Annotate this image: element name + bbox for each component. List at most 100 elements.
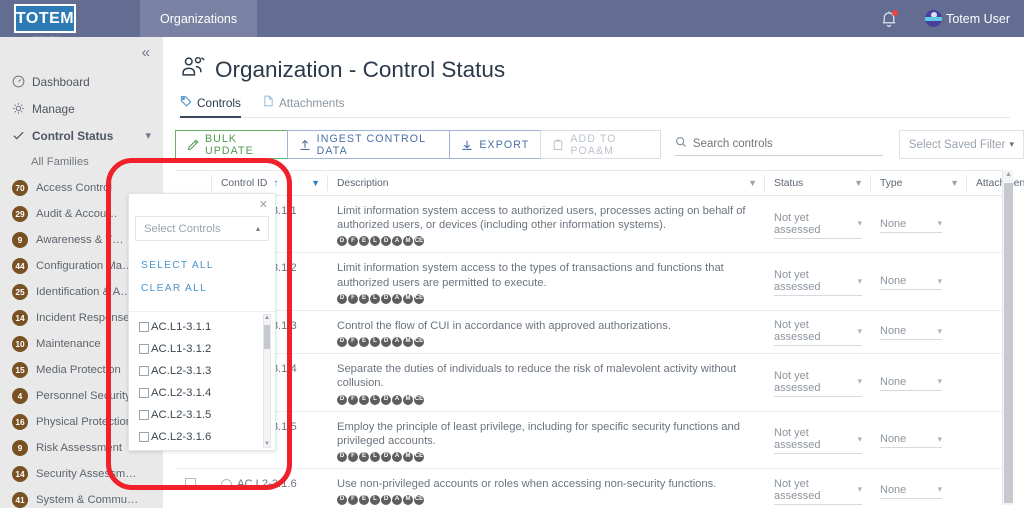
scroll-up-icon[interactable]: ▲ <box>264 315 270 321</box>
sidebar-family-item[interactable]: 41 System & Commu… <box>0 487 163 508</box>
control-tag: M <box>403 236 413 247</box>
ingest-control-data-button[interactable]: INGEST CONTROL DATA <box>286 130 451 159</box>
select-controls-popover: ✕ Select Controls ▴ SELECT ALL CLEAR ALL… <box>128 193 276 451</box>
sort-asc-icon[interactable]: ↑ <box>273 178 278 189</box>
scrollbar-thumb[interactable] <box>264 325 270 349</box>
bell-icon[interactable] <box>881 9 899 28</box>
control-radio[interactable] <box>221 478 232 490</box>
status-cell[interactable]: Not yet assessed ▾ <box>765 196 871 252</box>
type-select[interactable]: None ▾ <box>880 484 942 499</box>
sidebar-item-control-status[interactable]: Control Status ▾ <box>0 122 163 149</box>
control-id-text: AC.L2-3.1.6 <box>237 477 297 490</box>
popover-option[interactable]: AC.L2-3.1.4 <box>129 382 275 404</box>
type-cell[interactable]: None ▾ <box>871 354 967 410</box>
option-checkbox[interactable] <box>139 410 149 420</box>
type-select[interactable]: None ▾ <box>880 275 942 291</box>
popover-option[interactable]: AC.L2-3.1.6 <box>129 426 275 448</box>
table-row[interactable]: AC.L1-3.1.1Limit information system acce… <box>176 196 1013 254</box>
status-cell[interactable]: Not yet assessed ▾ <box>765 311 871 353</box>
option-checkbox[interactable] <box>139 322 149 332</box>
sidebar-item-all-families-label: All Families <box>31 156 89 168</box>
type-cell[interactable]: None ▾ <box>871 253 967 309</box>
option-checkbox[interactable] <box>139 388 149 398</box>
row-checkbox[interactable] <box>185 477 196 489</box>
clear-all-link[interactable]: CLEAR ALL <box>141 277 275 300</box>
popover-option[interactable]: AC.L1-3.1.2 <box>129 338 275 360</box>
status-select[interactable]: Not yet assessed ▾ <box>774 370 862 397</box>
popover-option[interactable]: AC.L2-3.1.3 <box>129 360 275 382</box>
search-input[interactable] <box>692 138 883 150</box>
user-menu[interactable]: Totem User <box>925 10 1010 27</box>
status-select[interactable]: Not yet assessed ▾ <box>774 212 862 239</box>
filter-icon[interactable]: ▼ <box>748 178 757 188</box>
filter-icon[interactable]: ▼ <box>950 178 959 188</box>
sidebar-collapse-button[interactable]: « <box>0 37 163 68</box>
export-button[interactable]: EXPORT <box>449 130 542 159</box>
type-select[interactable]: None ▾ <box>880 325 942 341</box>
table-row[interactable]: AC.L2-3.1.6 Use non-privileged accounts o… <box>176 469 1013 508</box>
popover-option[interactable]: AC.L1-3.1.1 <box>129 316 275 338</box>
table-vertical-scrollbar[interactable]: ▲ <box>1002 170 1013 505</box>
table-row[interactable]: AC.L1-3.1.2Limit information system acce… <box>176 253 1013 311</box>
filter-icon[interactable]: ▼ <box>311 178 320 188</box>
filter-icon[interactable]: ▼ <box>854 178 863 188</box>
logo[interactable]: TOTEM TOTEM TECH <box>0 0 140 40</box>
popover-scrollbar[interactable]: ▲ ▼ <box>263 314 271 448</box>
select-controls-field[interactable]: Select Controls ▴ <box>135 216 269 241</box>
sidebar-item-manage[interactable]: Manage <box>0 95 163 122</box>
scroll-up-icon[interactable]: ▲ <box>1005 171 1012 178</box>
tag-icon <box>180 95 192 110</box>
description-text: Limit information system access to autho… <box>337 205 746 232</box>
saved-filter-select[interactable]: Select Saved Filter ▾ <box>898 130 1024 159</box>
select-all-link[interactable]: SELECT ALL <box>141 254 275 277</box>
sidebar-item-dashboard[interactable]: Dashboard <box>0 68 163 95</box>
status-cell[interactable]: Not yet assessed ▾ <box>765 354 871 410</box>
popover-option[interactable]: AC.L2-3.1.5 <box>129 404 275 426</box>
file-icon <box>263 95 274 110</box>
option-label: AC.L1-3.1.2 <box>151 343 212 355</box>
type-select[interactable]: None ▾ <box>880 218 942 233</box>
status-cell[interactable]: Not yet assessed ▾ <box>765 469 871 508</box>
control-tag: F <box>348 236 358 247</box>
control-tag: D <box>381 495 391 506</box>
add-to-poam-button[interactable]: ADD TO POA&M <box>540 130 661 159</box>
status-cell[interactable]: Not yet assessed ▾ <box>765 412 871 468</box>
th-status[interactable]: Status ▼ <box>765 170 871 196</box>
sidebar-item-all-families[interactable]: All Families <box>0 149 163 175</box>
scrollbar-thumb[interactable] <box>1004 183 1013 503</box>
scroll-down-icon[interactable]: ▼ <box>264 441 270 447</box>
page-title-row: Organization - Control Status <box>178 55 1024 84</box>
table-body: AC.L1-3.1.1Limit information system acce… <box>176 196 1013 508</box>
search-controls-field[interactable] <box>674 133 883 156</box>
family-count-badge: 41 <box>12 492 28 508</box>
status-select[interactable]: Not yet assessed ▾ <box>774 427 862 455</box>
tab-attachments[interactable]: Attachments <box>263 95 345 117</box>
status-select[interactable]: Not yet assessed ▾ <box>774 319 862 347</box>
row-checkbox-cell[interactable] <box>176 469 212 508</box>
type-cell[interactable]: None ▾ <box>871 196 967 252</box>
type-cell[interactable]: None ▾ <box>871 469 967 508</box>
bulk-update-button[interactable]: BULK UPDATE <box>175 130 288 159</box>
th-description[interactable]: Description ▼ <box>328 170 765 196</box>
control-tag: CE <box>414 451 424 462</box>
tab-controls[interactable]: Controls <box>180 95 241 118</box>
type-select[interactable]: None ▾ <box>880 376 942 391</box>
option-checkbox[interactable] <box>139 366 149 376</box>
table-row[interactable]: AC.L2-3.1.4Separate the duties of indivi… <box>176 354 1013 412</box>
description-text: Use non-privileged accounts or roles whe… <box>337 477 717 490</box>
close-icon[interactable]: ✕ <box>259 198 268 211</box>
logo-box: TOTEM TOTEM TECH <box>14 4 76 40</box>
option-checkbox[interactable] <box>139 344 149 354</box>
status-select[interactable]: Not yet assessed ▾ <box>774 269 862 297</box>
type-cell[interactable]: None ▾ <box>871 311 967 353</box>
type-cell[interactable]: None ▾ <box>871 412 967 468</box>
table-row[interactable]: AC.L2-3.1.3Control the flow of CUI in ac… <box>176 311 1013 355</box>
option-checkbox[interactable] <box>139 432 149 442</box>
sidebar-family-item[interactable]: 14 Security Assessm… <box>0 461 163 487</box>
type-select[interactable]: None ▾ <box>880 433 942 449</box>
th-type[interactable]: Type ▼ <box>871 170 967 196</box>
nav-tab-organizations[interactable]: Organizations <box>140 0 258 37</box>
status-select[interactable]: Not yet assessed ▾ <box>774 478 862 505</box>
status-cell[interactable]: Not yet assessed ▾ <box>765 253 871 309</box>
table-row[interactable]: AC.L2-3.1.5Employ the principle of least… <box>176 412 1013 469</box>
